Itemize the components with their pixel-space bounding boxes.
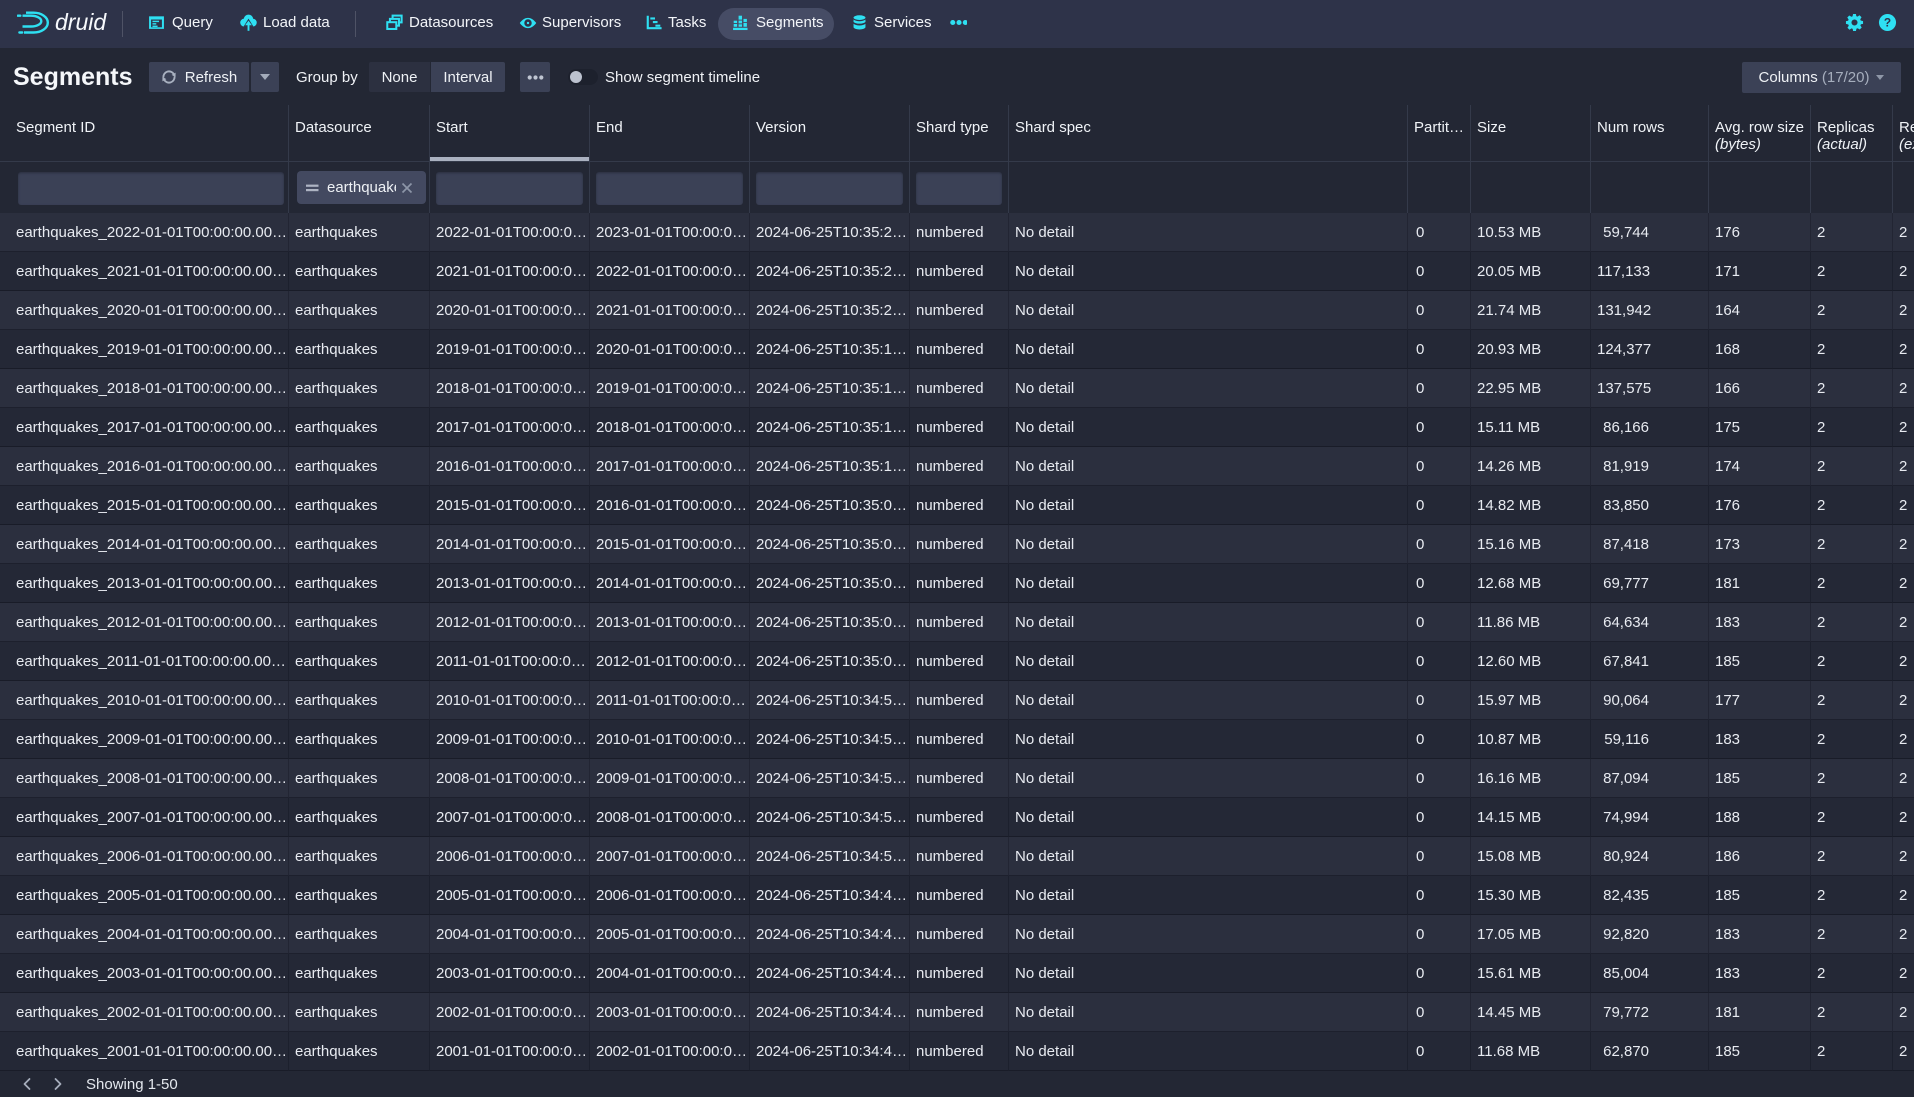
svg-text:?: ?: [1884, 16, 1891, 30]
